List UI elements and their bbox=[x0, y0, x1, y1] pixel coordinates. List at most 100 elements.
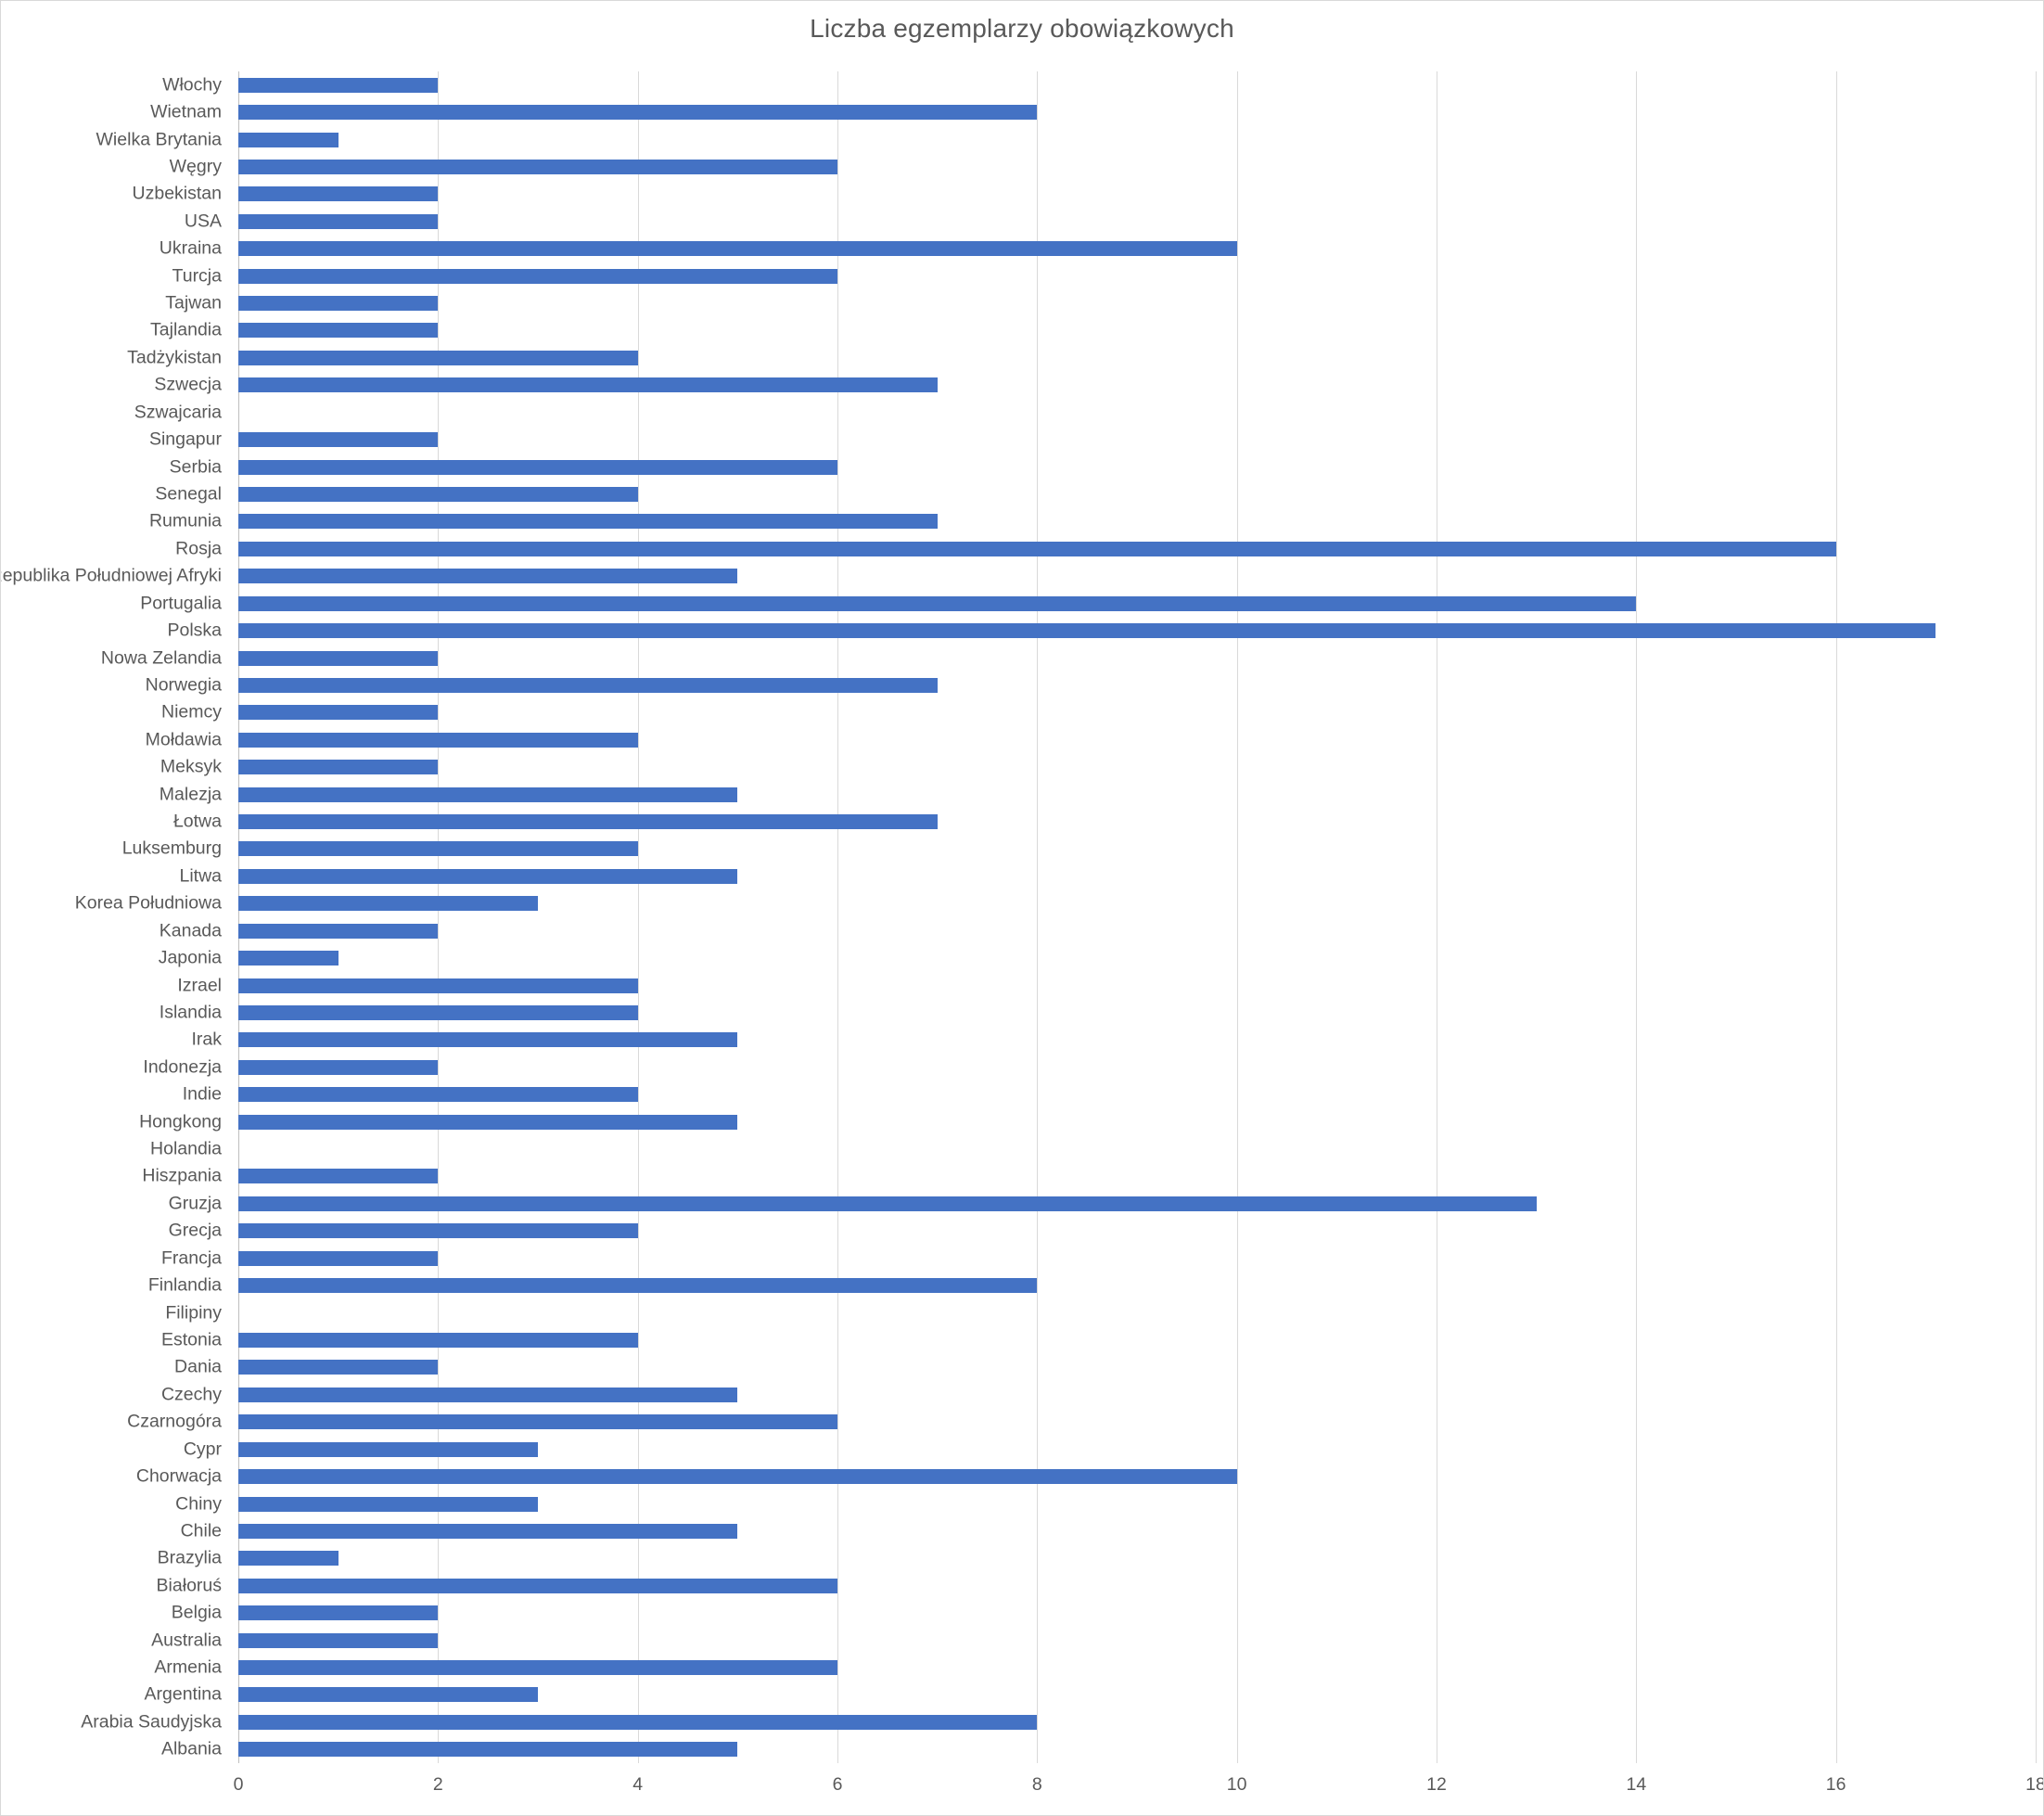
bar[interactable] bbox=[238, 1441, 538, 1457]
bar[interactable] bbox=[238, 1742, 738, 1758]
bar[interactable] bbox=[238, 514, 938, 530]
y-tick-label: Indonezja bbox=[143, 1056, 222, 1078]
bar[interactable] bbox=[238, 1223, 638, 1239]
x-tick-label: 0 bbox=[233, 1774, 244, 1795]
bar[interactable] bbox=[238, 350, 638, 365]
bar[interactable] bbox=[238, 923, 439, 939]
bar[interactable] bbox=[238, 1551, 339, 1567]
bar[interactable] bbox=[238, 1660, 837, 1676]
bar[interactable] bbox=[238, 951, 339, 966]
y-tick-label: Rosja bbox=[175, 538, 222, 559]
bar[interactable] bbox=[238, 841, 638, 857]
bar[interactable] bbox=[238, 1114, 738, 1130]
y-tick-label: Szwecja bbox=[154, 374, 222, 395]
y-tick-label: Cypr bbox=[183, 1438, 222, 1459]
bar[interactable] bbox=[238, 1087, 638, 1103]
bar[interactable] bbox=[238, 1387, 738, 1402]
bar[interactable] bbox=[238, 595, 1637, 611]
y-tick-label: Armenia bbox=[154, 1656, 222, 1678]
y-tick-label: Holandia bbox=[150, 1138, 222, 1159]
bar[interactable] bbox=[238, 1632, 439, 1648]
y-tick-label: Chiny bbox=[175, 1492, 222, 1514]
bar[interactable] bbox=[238, 1605, 439, 1621]
bar[interactable] bbox=[238, 1250, 439, 1266]
bar[interactable] bbox=[238, 677, 938, 693]
y-tick-label: Uzbekistan bbox=[132, 183, 222, 204]
bar[interactable] bbox=[238, 159, 837, 174]
y-tick-label: Węgry bbox=[169, 156, 222, 177]
y-axis-category-labels: Włochy Wietnam Wielka Brytania Węgry Uzbekis… bbox=[1, 71, 231, 1763]
y-tick-label: Rumunia bbox=[148, 510, 222, 531]
bar[interactable] bbox=[238, 1360, 439, 1375]
x-tick-label: 18 bbox=[2025, 1774, 2044, 1795]
bar[interactable] bbox=[238, 268, 837, 284]
bar[interactable] bbox=[238, 186, 439, 202]
bar[interactable] bbox=[238, 105, 1038, 121]
bar[interactable] bbox=[238, 1169, 439, 1184]
bar[interactable] bbox=[238, 868, 738, 884]
y-tick-label: Dania bbox=[174, 1356, 222, 1377]
y-tick-label: Litwa bbox=[179, 865, 222, 887]
y-tick-label: Singapur bbox=[148, 428, 222, 450]
bar[interactable] bbox=[238, 1496, 538, 1512]
y-tick-label: Gruzja bbox=[168, 1193, 222, 1214]
x-axis-tick-labels: 0 2 4 6 8 10 12 14 16 18 bbox=[234, 1774, 2043, 1811]
bar[interactable] bbox=[238, 978, 638, 993]
bar[interactable] bbox=[238, 541, 1836, 556]
bar[interactable] bbox=[238, 1004, 638, 1020]
y-tick-label: Portugalia bbox=[140, 592, 222, 613]
y-tick-label: Turcja bbox=[172, 264, 222, 286]
y-tick-label: Belgia bbox=[171, 1602, 222, 1623]
bar[interactable] bbox=[238, 814, 938, 830]
bar[interactable] bbox=[238, 896, 538, 912]
y-tick-label: Arabia Saudyjska bbox=[81, 1711, 222, 1733]
x-tick-label: 14 bbox=[1626, 1774, 1647, 1795]
bar[interactable] bbox=[238, 296, 439, 312]
y-tick-label: Ukraina bbox=[159, 237, 222, 259]
bar[interactable] bbox=[238, 377, 938, 393]
x-tick-label: 2 bbox=[432, 1774, 443, 1795]
bar[interactable] bbox=[238, 77, 439, 93]
bar[interactable] bbox=[238, 1469, 1237, 1485]
bar[interactable] bbox=[238, 732, 638, 748]
y-tick-label: Izrael bbox=[177, 974, 222, 995]
y-tick-label: Polska bbox=[167, 620, 222, 641]
gridline-18 bbox=[2036, 71, 2037, 1763]
y-tick-label: Senegal bbox=[155, 483, 222, 505]
bar[interactable] bbox=[238, 1059, 439, 1075]
bar[interactable] bbox=[238, 569, 738, 584]
bar[interactable] bbox=[238, 1414, 837, 1430]
bar[interactable] bbox=[238, 1523, 738, 1539]
bar[interactable] bbox=[238, 1578, 837, 1593]
bar[interactable] bbox=[238, 459, 837, 475]
x-tick-label: 12 bbox=[1426, 1774, 1447, 1795]
bar[interactable] bbox=[238, 787, 738, 802]
bar[interactable] bbox=[238, 1687, 538, 1703]
bar[interactable] bbox=[238, 1278, 1038, 1294]
bar[interactable] bbox=[238, 432, 439, 448]
y-tick-label: Tadżykistan bbox=[127, 347, 222, 368]
bar[interactable] bbox=[238, 1333, 638, 1348]
y-tick-label: Hiszpania bbox=[142, 1165, 222, 1186]
y-tick-label: Korea Południowa bbox=[74, 892, 222, 914]
bar[interactable] bbox=[238, 213, 439, 229]
bar[interactable] bbox=[238, 623, 1936, 639]
y-tick-label: Albania bbox=[160, 1738, 222, 1759]
y-tick-label: Japonia bbox=[158, 947, 222, 968]
x-tick-label: 10 bbox=[1226, 1774, 1247, 1795]
y-tick-label: Tajlandia bbox=[150, 319, 222, 340]
x-tick-label: 4 bbox=[632, 1774, 644, 1795]
bar[interactable] bbox=[238, 323, 439, 339]
bar[interactable] bbox=[238, 241, 1237, 257]
y-tick-label: Islandia bbox=[159, 1002, 222, 1023]
bar[interactable] bbox=[238, 650, 439, 666]
bar[interactable] bbox=[238, 487, 638, 502]
bar[interactable] bbox=[238, 1196, 1537, 1211]
y-tick-label: Czechy bbox=[160, 1384, 222, 1405]
bar[interactable] bbox=[238, 1714, 1038, 1730]
bar[interactable] bbox=[238, 760, 439, 775]
bar[interactable] bbox=[238, 705, 439, 721]
bar[interactable] bbox=[238, 1032, 738, 1048]
bar[interactable] bbox=[238, 132, 339, 147]
y-tick-label: Estonia bbox=[160, 1329, 222, 1350]
